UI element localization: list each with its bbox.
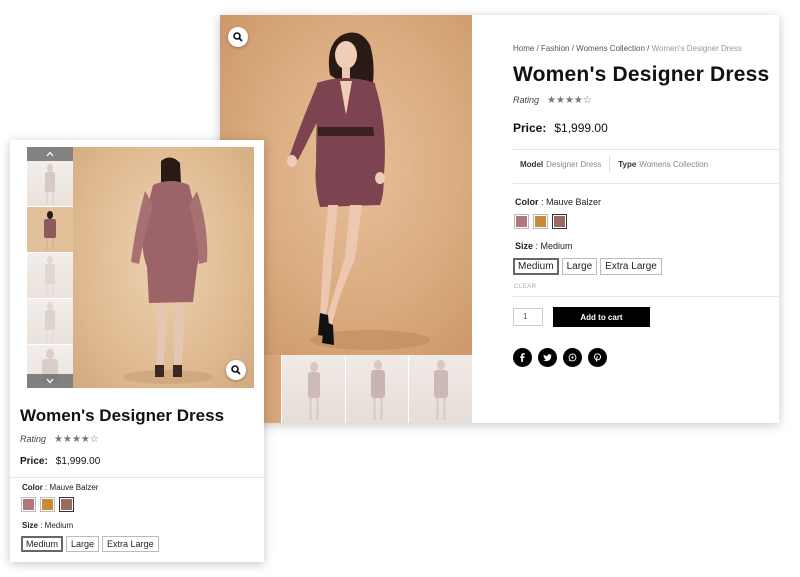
thumbnail[interactable] [27,299,73,345]
social-share [513,348,607,367]
product-summary: Home / Fashion / Womens Collection / Wom… [513,15,779,423]
model-back-figure [123,157,213,384]
thumbnail[interactable] [27,161,73,207]
rating-stars: ★★★★☆ [547,95,592,106]
chevron-up-icon [46,151,54,157]
thumbnail-figure [370,360,385,420]
size-options: Medium Large Extra Large [21,536,159,552]
model-value: Designer Dress [546,160,602,169]
thumbnail-scroll-up[interactable] [27,147,73,161]
price-value: $1,999.00 [55,456,101,467]
product-meta: Model Designer Dress Type Womens Collectio… [520,156,709,172]
type-label: Type [618,160,637,169]
size-value: : Medium [38,521,74,530]
breadcrumb-current: Women's Designer Dress [651,44,742,53]
whatsapp-icon[interactable] [563,348,582,367]
size-extra-large-button[interactable]: Extra Large [600,258,662,275]
facebook-glyph [520,353,525,362]
pinterest-glyph [593,353,602,362]
clear-link[interactable]: CLEAR [514,284,537,290]
facebook-icon[interactable] [513,348,532,367]
breadcrumb-collection[interactable]: Womens Collection [576,44,645,53]
thumbnail-figure [45,164,55,205]
meta-separator [609,156,611,172]
color-label: Color [515,197,539,207]
product-card-secondary: Women's Designer Dress Rating ★★★★☆ Price… [10,140,264,562]
size-options: Medium Large Extra Large [513,258,662,275]
zoom-button[interactable] [226,360,246,380]
color-value: : Mauve Balzer [538,197,602,207]
thumbnail-figure [308,362,321,420]
size-large-button[interactable]: Large [561,258,598,275]
type-value: Womens Collection [639,160,709,169]
divider [513,149,779,150]
price-label: Price: [513,121,547,135]
product-card-main: Home / Fashion / Womens Collection / Wom… [220,15,779,423]
size-extra-large-button[interactable]: Extra Large [102,536,159,552]
size-option-label: Size : Medium [22,521,73,530]
pinterest-icon[interactable] [588,348,607,367]
swatch-rose[interactable] [59,497,74,512]
size-value: : Medium [533,241,573,251]
breadcrumb-separator: / [534,44,542,53]
divider [513,183,779,184]
color-value: : Mauve Balzer [42,483,99,492]
add-to-cart-button[interactable]: Add to cart [553,307,650,327]
swatch-rose[interactable] [552,214,567,229]
quantity-input[interactable]: 1 [513,308,543,326]
color-option-label: Color : Mauve Balzer [22,483,98,492]
swatch-mustard[interactable] [40,497,55,512]
size-label: Size [515,241,534,251]
color-swatches [21,497,74,512]
thumbnail-selected[interactable] [27,207,73,253]
product-back-view-image[interactable] [73,147,254,388]
breadcrumb-home[interactable]: Home [513,44,534,53]
divider [10,477,264,478]
breadcrumb: Home / Fashion / Womens Collection / Wom… [513,44,742,53]
size-medium-button[interactable]: Medium [21,536,64,552]
magnifier-icon [231,365,241,375]
color-swatches [514,214,567,229]
size-option-label: Size : Medium [515,241,573,251]
thumbnail-figure [45,256,55,297]
swatch-mauve[interactable] [514,214,529,229]
color-label: Color [22,483,43,492]
product-title: Women's Designer Dress [513,63,770,86]
magnifier-icon [233,32,243,42]
price-label: Price: [20,456,48,467]
rating-row: Rating ★★★★☆ [20,434,99,445]
twitter-glyph [543,354,552,362]
swatch-mustard[interactable] [533,214,548,229]
rating-row: Rating ★★★★☆ [513,95,592,106]
size-large-button[interactable]: Large [66,536,100,552]
size-medium-button[interactable]: Medium [513,258,559,275]
twitter-icon[interactable] [538,348,557,367]
rating-stars: ★★★★☆ [54,434,99,445]
swatch-mauve[interactable] [21,497,36,512]
price-row: Price: $1,999.00 [513,121,608,135]
thumbnail[interactable] [27,253,73,299]
thumbnail[interactable] [345,355,409,423]
breadcrumb-fashion[interactable]: Fashion [541,44,569,53]
thumbnail[interactable] [408,355,472,423]
zoom-button[interactable] [228,27,248,47]
product-title: Women's Designer Dress [20,406,225,425]
thumbnail-figure [433,360,448,420]
price-value: $1,999.00 [554,121,608,135]
rating-label: Rating [20,434,47,444]
thumbnail-scroll-down[interactable] [27,374,73,388]
breadcrumb-separator: / [644,44,652,53]
vertical-thumbnail-strip [27,147,73,388]
color-option-label: Color : Mauve Balzer [515,197,601,207]
thumbnail[interactable] [282,355,346,423]
chevron-down-icon [46,378,54,384]
rating-label: Rating [513,95,540,105]
model-label: Model [520,160,544,169]
size-label: Size [22,521,39,530]
divider [513,296,779,297]
thumbnail-figure [44,211,56,250]
whatsapp-glyph [568,353,577,362]
price-row: Price: $1,999.00 [20,456,100,467]
thumbnail-figure [45,302,55,343]
